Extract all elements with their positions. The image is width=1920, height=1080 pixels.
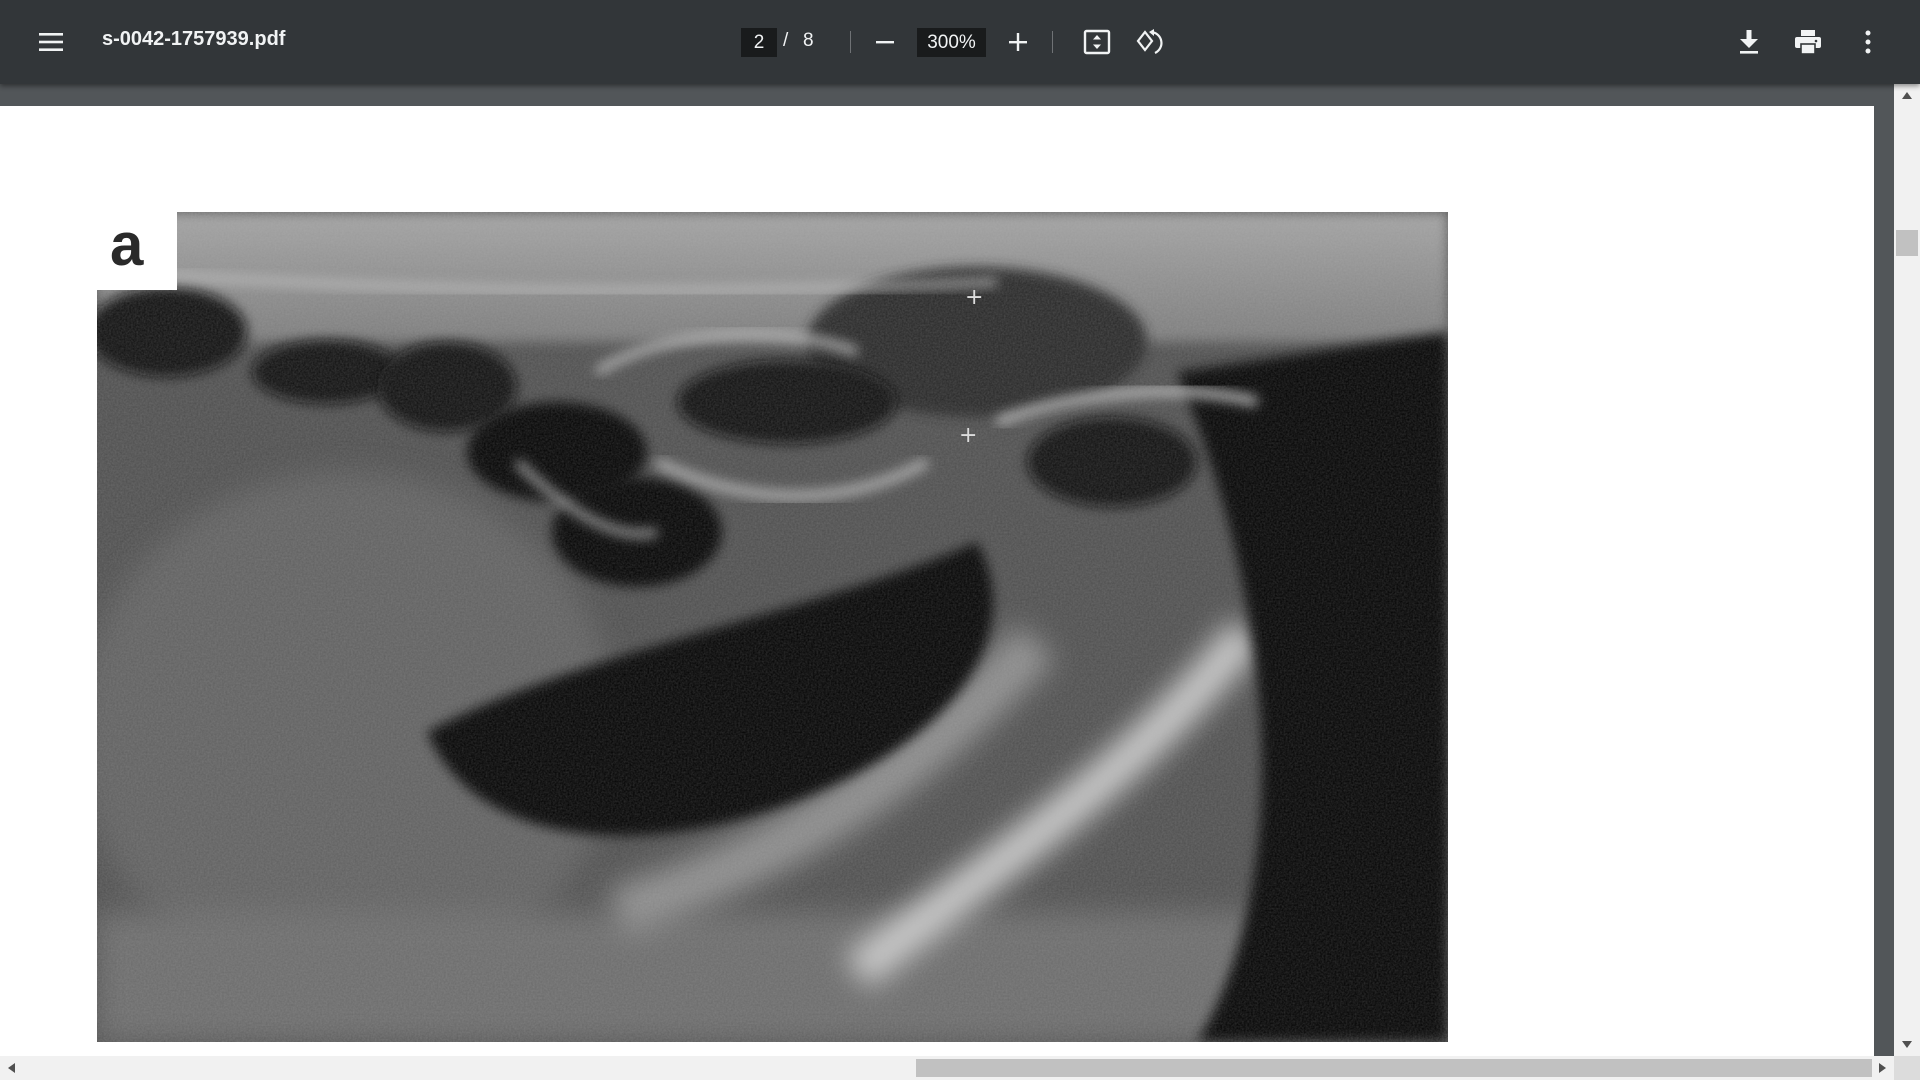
scroll-left-arrow-icon[interactable] [8,1063,15,1073]
print-icon [1795,30,1821,55]
zoom-level-input[interactable] [917,28,986,57]
hamburger-menu-icon [39,33,63,51]
menu-button[interactable] [27,18,75,66]
plus-icon [1009,33,1027,51]
page-number-input[interactable] [741,28,777,57]
minus-icon [876,41,894,44]
fit-to-page-button[interactable] [1073,18,1121,66]
pdf-page: + + a [0,106,1874,1056]
ultrasound-image: + + [97,212,1448,1042]
rotate-button[interactable] [1127,18,1175,66]
zoom-out-button[interactable] [861,18,909,66]
fit-to-page-icon [1083,29,1111,55]
horizontal-scrollbar-thumb[interactable] [916,1059,1872,1077]
figure-label: a [110,211,144,278]
document-viewport[interactable]: + + a [0,84,1874,1056]
print-button[interactable] [1784,18,1832,66]
zoom-in-button[interactable] [994,18,1042,66]
pdf-toolbar: s-0042-1757939.pdf / 8 [0,0,1920,84]
total-pages: 8 [803,30,814,51]
file-name: s-0042-1757939.pdf [102,28,286,50]
toolbar-divider [1052,31,1053,53]
toolbar-divider [850,31,851,53]
page-separator: / [783,30,789,51]
scroll-right-arrow-icon[interactable] [1879,1063,1886,1073]
rotate-counterclockwise-icon [1136,29,1163,55]
scroll-down-arrow-icon[interactable] [1902,1041,1912,1048]
scroll-up-arrow-icon[interactable] [1902,92,1912,99]
vertical-scrollbar-thumb[interactable] [1896,230,1918,256]
download-icon [1740,30,1758,54]
more-actions-button[interactable] [1844,18,1892,66]
more-vertical-icon [1865,30,1871,54]
scrollbar-corner [1894,1056,1920,1080]
download-button[interactable] [1725,18,1773,66]
